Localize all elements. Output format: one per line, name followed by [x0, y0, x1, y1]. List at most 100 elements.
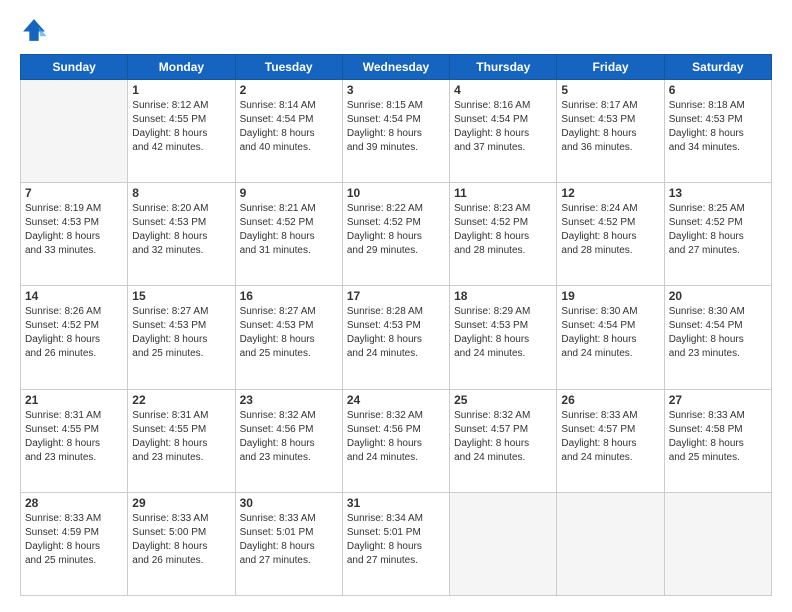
day-info: Sunrise: 8:26 AM Sunset: 4:52 PM Dayligh…	[25, 305, 123, 361]
day-number: 6	[669, 83, 767, 97]
weekday-header-friday: Friday	[557, 55, 664, 80]
day-number: 15	[132, 289, 230, 303]
calendar-cell	[557, 492, 664, 595]
day-info: Sunrise: 8:19 AM Sunset: 4:53 PM Dayligh…	[25, 202, 123, 258]
calendar-week-1: 1 Sunrise: 8:12 AM Sunset: 4:55 PM Daylig…	[21, 80, 772, 183]
day-number: 5	[561, 83, 659, 97]
weekday-header-monday: Monday	[128, 55, 235, 80]
day-info: Sunrise: 8:22 AM Sunset: 4:52 PM Dayligh…	[347, 202, 445, 258]
calendar-cell: 30 Sunrise: 8:33 AM Sunset: 5:01 PM Dayli…	[235, 492, 342, 595]
calendar-cell: 9 Sunrise: 8:21 AM Sunset: 4:52 PM Daylig…	[235, 183, 342, 286]
calendar-cell: 29Sunrise: 8:33 AM Sunset: 5:00 PM Dayli…	[128, 492, 235, 595]
calendar-week-3: 14Sunrise: 8:26 AM Sunset: 4:52 PM Dayli…	[21, 286, 772, 389]
calendar-cell: 27 Sunrise: 8:33 AM Sunset: 4:58 PM Dayli…	[664, 389, 771, 492]
day-info: Sunrise: 8:23 AM Sunset: 4:52 PM Dayligh…	[454, 202, 552, 258]
day-info: Sunrise: 8:33 AM Sunset: 5:01 PM Dayligh…	[240, 512, 338, 568]
day-number: 24	[347, 393, 445, 407]
day-number: 21	[25, 393, 123, 407]
calendar-cell: 15 Sunrise: 8:27 AM Sunset: 4:53 PM Dayli…	[128, 286, 235, 389]
calendar-cell: 11 Sunrise: 8:23 AM Sunset: 4:52 PM Dayli…	[450, 183, 557, 286]
calendar-cell: 13 Sunrise: 8:25 AM Sunset: 4:52 PM Dayli…	[664, 183, 771, 286]
logo	[20, 16, 52, 44]
day-info: Sunrise: 8:25 AM Sunset: 4:52 PM Dayligh…	[669, 202, 767, 258]
day-number: 4	[454, 83, 552, 97]
day-info: Sunrise: 8:24 AM Sunset: 4:52 PM Dayligh…	[561, 202, 659, 258]
day-info: Sunrise: 8:12 AM Sunset: 4:55 PM Dayligh…	[132, 99, 230, 155]
calendar-cell: 23 Sunrise: 8:32 AM Sunset: 4:56 PM Dayli…	[235, 389, 342, 492]
day-info: Sunrise: 8:31 AM Sunset: 4:55 PM Dayligh…	[132, 409, 230, 465]
calendar-cell: 19 Sunrise: 8:30 AM Sunset: 4:54 PM Dayli…	[557, 286, 664, 389]
day-info: Sunrise: 8:20 AM Sunset: 4:53 PM Dayligh…	[132, 202, 230, 258]
day-number: 3	[347, 83, 445, 97]
day-number: 17	[347, 289, 445, 303]
calendar-cell: 1 Sunrise: 8:12 AM Sunset: 4:55 PM Daylig…	[128, 80, 235, 183]
logo-icon	[20, 16, 48, 44]
calendar-cell: 8Sunrise: 8:20 AM Sunset: 4:53 PM Daylig…	[128, 183, 235, 286]
day-number: 31	[347, 496, 445, 510]
day-info: Sunrise: 8:21 AM Sunset: 4:52 PM Dayligh…	[240, 202, 338, 258]
calendar-cell: 5 Sunrise: 8:17 AM Sunset: 4:53 PM Daylig…	[557, 80, 664, 183]
weekday-header-wednesday: Wednesday	[342, 55, 449, 80]
day-number: 30	[240, 496, 338, 510]
day-number: 28	[25, 496, 123, 510]
day-info: Sunrise: 8:30 AM Sunset: 4:54 PM Dayligh…	[561, 305, 659, 361]
day-info: Sunrise: 8:16 AM Sunset: 4:54 PM Dayligh…	[454, 99, 552, 155]
calendar-cell: 7Sunrise: 8:19 AM Sunset: 4:53 PM Daylig…	[21, 183, 128, 286]
day-info: Sunrise: 8:32 AM Sunset: 4:56 PM Dayligh…	[347, 409, 445, 465]
calendar-cell: 31 Sunrise: 8:34 AM Sunset: 5:01 PM Dayli…	[342, 492, 449, 595]
day-number: 25	[454, 393, 552, 407]
day-number: 18	[454, 289, 552, 303]
day-number: 2	[240, 83, 338, 97]
day-info: Sunrise: 8:30 AM Sunset: 4:54 PM Dayligh…	[669, 305, 767, 361]
calendar-week-5: 28 Sunrise: 8:33 AM Sunset: 4:59 PM Dayli…	[21, 492, 772, 595]
calendar-table: SundayMondayTuesdayWednesdayThursdayFrid…	[20, 54, 772, 596]
calendar-cell: 20Sunrise: 8:30 AM Sunset: 4:54 PM Dayli…	[664, 286, 771, 389]
calendar-cell: 14Sunrise: 8:26 AM Sunset: 4:52 PM Dayli…	[21, 286, 128, 389]
calendar-week-2: 7Sunrise: 8:19 AM Sunset: 4:53 PM Daylig…	[21, 183, 772, 286]
calendar-cell: 6Sunrise: 8:18 AM Sunset: 4:53 PM Daylig…	[664, 80, 771, 183]
day-number: 29	[132, 496, 230, 510]
calendar-cell: 16 Sunrise: 8:27 AM Sunset: 4:53 PM Dayli…	[235, 286, 342, 389]
calendar-week-4: 21 Sunrise: 8:31 AM Sunset: 4:55 PM Dayli…	[21, 389, 772, 492]
weekday-header-tuesday: Tuesday	[235, 55, 342, 80]
day-info: Sunrise: 8:27 AM Sunset: 4:53 PM Dayligh…	[132, 305, 230, 361]
calendar-cell: 4 Sunrise: 8:16 AM Sunset: 4:54 PM Daylig…	[450, 80, 557, 183]
calendar-cell: 17 Sunrise: 8:28 AM Sunset: 4:53 PM Dayli…	[342, 286, 449, 389]
page: SundayMondayTuesdayWednesdayThursdayFrid…	[0, 0, 792, 612]
day-number: 19	[561, 289, 659, 303]
day-info: Sunrise: 8:34 AM Sunset: 5:01 PM Dayligh…	[347, 512, 445, 568]
day-info: Sunrise: 8:27 AM Sunset: 4:53 PM Dayligh…	[240, 305, 338, 361]
day-info: Sunrise: 8:33 AM Sunset: 4:59 PM Dayligh…	[25, 512, 123, 568]
day-number: 9	[240, 186, 338, 200]
calendar-cell	[450, 492, 557, 595]
day-info: Sunrise: 8:33 AM Sunset: 4:58 PM Dayligh…	[669, 409, 767, 465]
day-number: 23	[240, 393, 338, 407]
day-info: Sunrise: 8:33 AM Sunset: 4:57 PM Dayligh…	[561, 409, 659, 465]
calendar-cell: 22 Sunrise: 8:31 AM Sunset: 4:55 PM Dayli…	[128, 389, 235, 492]
day-number: 11	[454, 186, 552, 200]
day-number: 13	[669, 186, 767, 200]
day-info: Sunrise: 8:28 AM Sunset: 4:53 PM Dayligh…	[347, 305, 445, 361]
weekday-header-saturday: Saturday	[664, 55, 771, 80]
calendar-cell: 2Sunrise: 8:14 AM Sunset: 4:54 PM Daylig…	[235, 80, 342, 183]
header	[20, 16, 772, 44]
day-info: Sunrise: 8:15 AM Sunset: 4:54 PM Dayligh…	[347, 99, 445, 155]
day-number: 27	[669, 393, 767, 407]
weekday-header-thursday: Thursday	[450, 55, 557, 80]
calendar-cell: 21Sunrise: 8:31 AM Sunset: 4:55 PM Dayli…	[21, 389, 128, 492]
day-number: 16	[240, 289, 338, 303]
calendar-cell: 24 Sunrise: 8:32 AM Sunset: 4:56 PM Dayli…	[342, 389, 449, 492]
calendar-header: SundayMondayTuesdayWednesdayThursdayFrid…	[21, 55, 772, 80]
day-number: 26	[561, 393, 659, 407]
calendar-body: 1 Sunrise: 8:12 AM Sunset: 4:55 PM Daylig…	[21, 80, 772, 596]
day-number: 1	[132, 83, 230, 97]
day-info: Sunrise: 8:17 AM Sunset: 4:53 PM Dayligh…	[561, 99, 659, 155]
day-info: Sunrise: 8:32 AM Sunset: 4:57 PM Dayligh…	[454, 409, 552, 465]
calendar-cell: 3 Sunrise: 8:15 AM Sunset: 4:54 PM Daylig…	[342, 80, 449, 183]
calendar-cell	[664, 492, 771, 595]
day-info: Sunrise: 8:32 AM Sunset: 4:56 PM Dayligh…	[240, 409, 338, 465]
day-number: 12	[561, 186, 659, 200]
calendar-cell: 18Sunrise: 8:29 AM Sunset: 4:53 PM Dayli…	[450, 286, 557, 389]
calendar-cell: 12 Sunrise: 8:24 AM Sunset: 4:52 PM Dayli…	[557, 183, 664, 286]
day-number: 22	[132, 393, 230, 407]
